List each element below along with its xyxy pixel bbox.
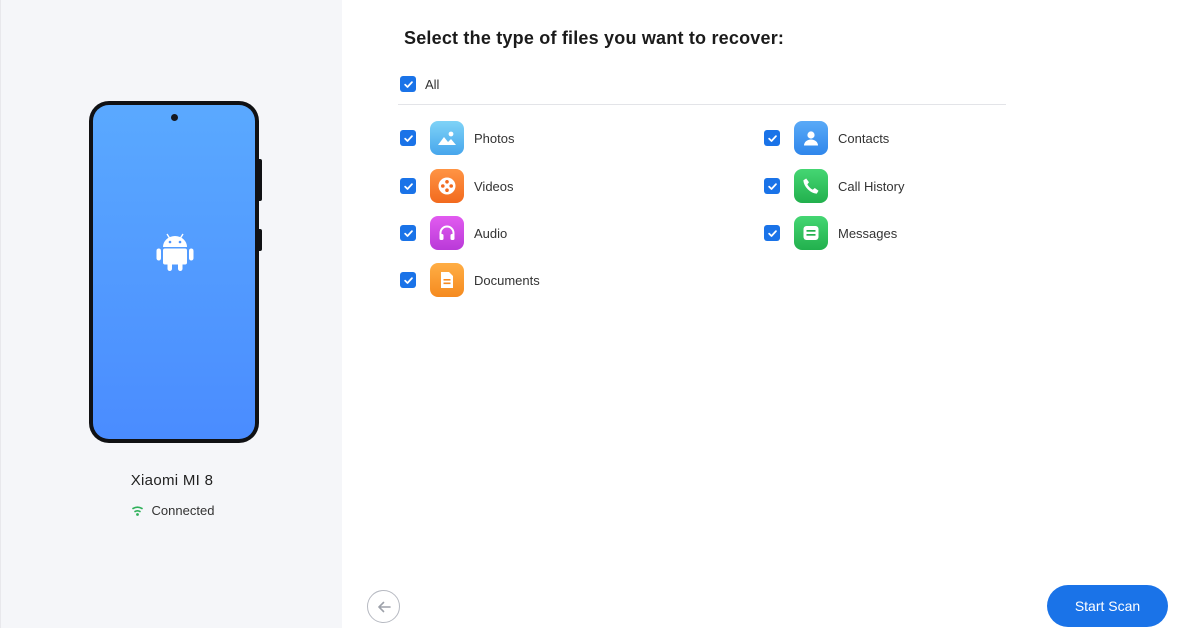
wifi-icon [131, 506, 143, 516]
checkbox-checked-icon[interactable] [400, 225, 416, 241]
audio-icon [430, 216, 464, 250]
option-contacts[interactable]: Contacts [764, 121, 889, 155]
phone-screen [93, 105, 255, 439]
option-label: Call History [838, 178, 905, 194]
page-title: Select the type of files you want to rec… [404, 28, 785, 48]
option-label: Photos [474, 130, 515, 146]
phone-camera [170, 114, 178, 121]
photos-icon [430, 121, 464, 155]
connection-status: Connected [1, 503, 343, 518]
option-call-history[interactable]: Call History [764, 169, 904, 203]
status-label: Connected [151, 503, 215, 518]
divider [398, 104, 1006, 105]
option-label: Videos [474, 178, 514, 194]
messages-icon [794, 216, 828, 250]
checkbox-checked-icon[interactable] [400, 272, 416, 288]
option-photos[interactable]: Photos [400, 121, 514, 155]
checkbox-checked-icon[interactable] [400, 76, 416, 92]
contacts-icon [794, 121, 828, 155]
phone-illustration [89, 101, 262, 443]
checkbox-checked-icon[interactable] [764, 130, 780, 146]
checkbox-checked-icon[interactable] [764, 225, 780, 241]
back-button[interactable] [367, 590, 400, 623]
device-panel: Xiaomi MI 8 Connected [0, 0, 342, 628]
phone-side-button [259, 159, 262, 201]
select-all-checkbox[interactable]: All [400, 76, 439, 92]
checkbox-checked-icon[interactable] [400, 178, 416, 194]
option-videos[interactable]: Videos [400, 169, 514, 203]
documents-icon [430, 263, 464, 297]
checkbox-checked-icon[interactable] [400, 130, 416, 146]
start-scan-button[interactable]: Start Scan [1047, 585, 1168, 627]
option-documents[interactable]: Documents [400, 263, 540, 297]
checkbox-checked-icon[interactable] [764, 178, 780, 194]
android-icon [156, 233, 194, 271]
select-all-label: All [425, 76, 440, 92]
call-history-icon [794, 169, 828, 203]
arrow-left-icon [377, 601, 391, 612]
option-label: Messages [838, 225, 898, 241]
option-label: Contacts [838, 130, 890, 146]
option-audio[interactable]: Audio [400, 216, 507, 250]
phone-side-button [259, 229, 262, 251]
option-label: Audio [474, 225, 508, 241]
option-label: Documents [474, 272, 540, 288]
videos-icon [430, 169, 464, 203]
option-messages[interactable]: Messages [764, 216, 897, 250]
device-name: Xiaomi MI 8 [130, 472, 214, 489]
